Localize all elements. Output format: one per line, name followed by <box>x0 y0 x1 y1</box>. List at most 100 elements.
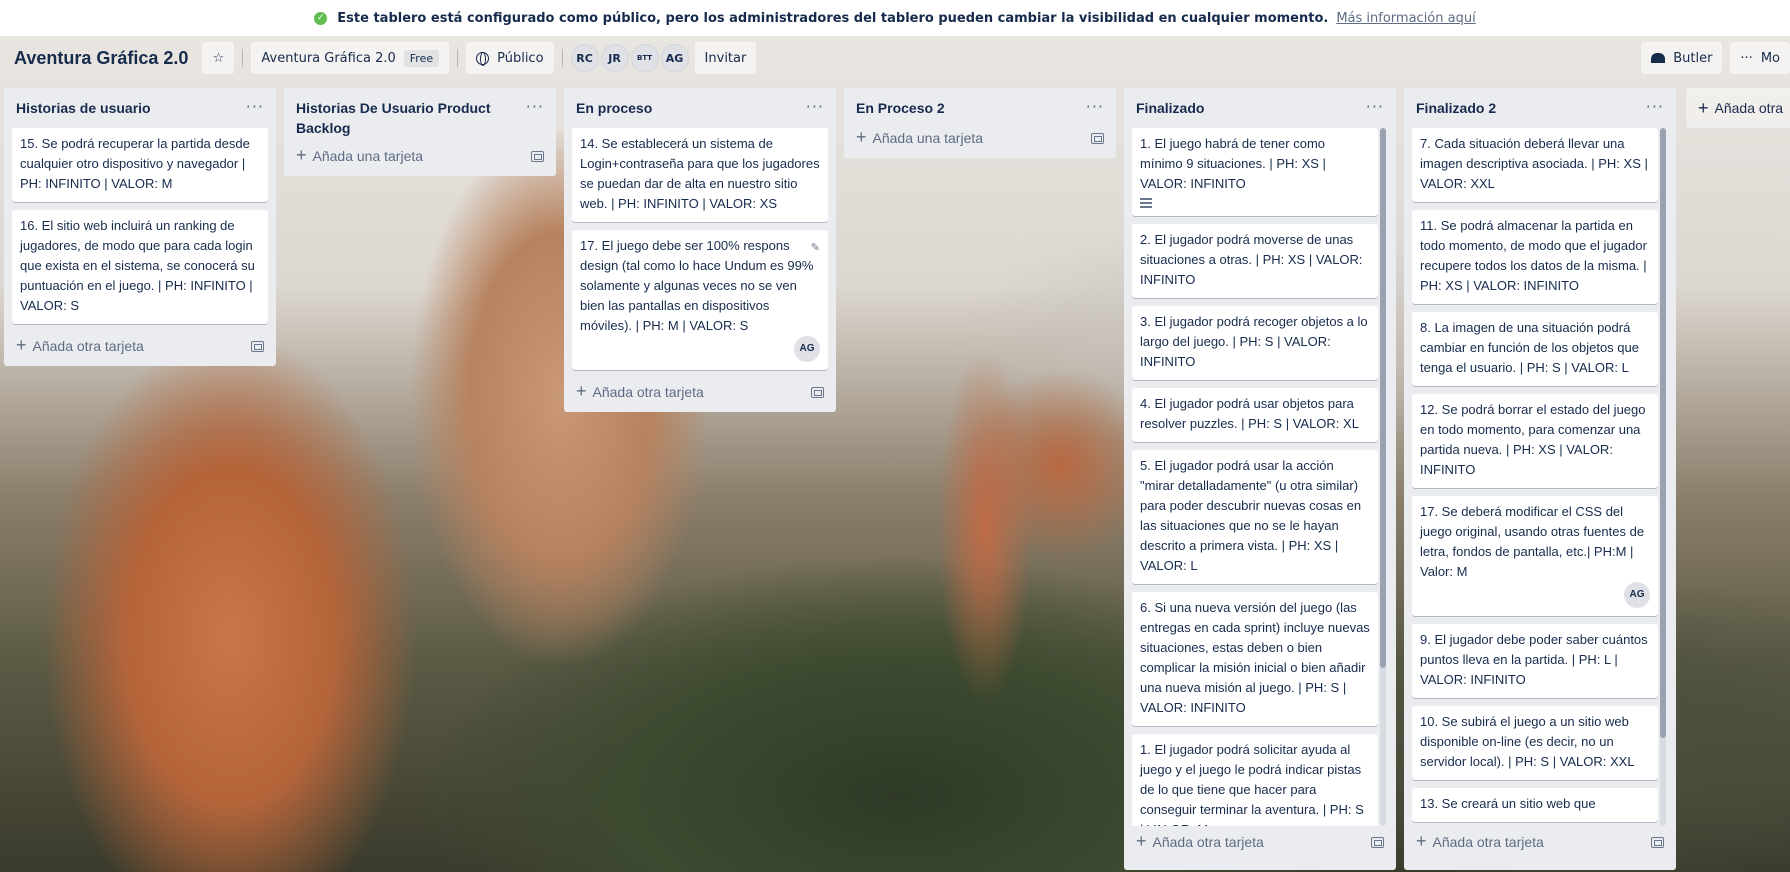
member-avatar[interactable]: RC <box>570 44 599 72</box>
card[interactable]: 17. Se deberá modificar el CSS del juego… <box>1412 496 1658 616</box>
add-card-button[interactable]: + Añada otra tarjeta <box>12 332 268 366</box>
plus-icon: + <box>856 127 867 147</box>
list-title[interactable]: Historias De Usuario Product Backlog <box>296 98 496 138</box>
scrollbar-thumb[interactable] <box>1660 128 1666 738</box>
card[interactable]: 7. Cada situación deberá llevar una imag… <box>1412 128 1658 202</box>
card[interactable]: 6. Si una nueva versión del juego (las e… <box>1132 592 1378 726</box>
card-member-avatar[interactable]: AG <box>1624 582 1650 608</box>
list-menu-icon[interactable]: ··· <box>246 98 264 115</box>
add-card-label: Añada una tarjeta <box>872 130 984 146</box>
card[interactable]: 17. El juego debe ser 100% respons desig… <box>572 230 828 370</box>
show-menu-button[interactable]: ··· Mo <box>1730 42 1790 74</box>
invite-button[interactable]: Invitar <box>694 42 757 74</box>
free-badge: Free <box>403 49 440 67</box>
plus-icon: + <box>576 381 587 401</box>
card[interactable]: 16. El sitio web incluirá un ranking de … <box>12 210 268 324</box>
list-menu-icon[interactable]: ··· <box>1366 98 1384 115</box>
list-historias-de-usuario: Historias de usuario ··· 15. Se podrá re… <box>4 88 276 366</box>
card[interactable]: 10. Se subirá el juego a un sitio web di… <box>1412 706 1658 780</box>
card-template-icon[interactable] <box>1371 836 1384 848</box>
card-text: 17. Se deberá modificar el CSS del juego… <box>1420 504 1645 579</box>
board-members: RC JR BTT AG <box>570 44 691 72</box>
card-scroll-area: 7. Cada situación deberá llevar una imag… <box>1412 128 1668 826</box>
list-header: Finalizado ··· <box>1132 88 1388 128</box>
list-title[interactable]: En proceso <box>576 98 652 118</box>
workspace-label: Aventura Gráfica 2.0 <box>261 50 396 66</box>
card-template-icon[interactable] <box>811 386 824 398</box>
member-avatar[interactable]: AG <box>660 44 689 72</box>
plus-icon: + <box>1136 831 1147 851</box>
list-scrollbar[interactable] <box>1380 128 1386 826</box>
workspace-button[interactable]: Aventura Gráfica 2.0 Free <box>251 42 450 74</box>
list-header: En proceso ··· <box>572 88 828 128</box>
list-product-backlog: Historias De Usuario Product Backlog ···… <box>284 88 556 176</box>
ellipsis-icon: ··· <box>1740 50 1753 66</box>
card-template-icon[interactable] <box>251 340 264 352</box>
member-avatar[interactable]: BTT <box>630 44 659 72</box>
add-card-button[interactable]: + Añada otra tarjeta <box>572 378 828 412</box>
edit-pencil-icon[interactable]: ✎ <box>811 238 820 258</box>
card[interactable]: 9. El jugador debe poder saber cuántos p… <box>1412 624 1658 698</box>
add-card-label: Añada otra tarjeta <box>1152 834 1264 850</box>
add-card-button[interactable]: + Añada una tarjeta <box>852 128 1108 158</box>
card[interactable]: 1. El juego habrá de tener como mínimo 9… <box>1132 128 1378 216</box>
card[interactable]: 15. Se podrá recuperar la partida desde … <box>12 128 268 202</box>
card-member-avatar[interactable]: AG <box>794 336 820 362</box>
show-menu-label: Mo <box>1760 50 1780 66</box>
list-title[interactable]: Historias de usuario <box>16 98 151 118</box>
card[interactable]: 11. Se podrá almacenar la partida en tod… <box>1412 210 1658 304</box>
card[interactable]: 12. Se podrá borrar el estado del juego … <box>1412 394 1658 488</box>
card[interactable]: 5. El jugador podrá usar la acción "mira… <box>1132 450 1378 584</box>
board-title[interactable]: Aventura Gráfica 2.0 <box>14 48 188 69</box>
list-header: Historias De Usuario Product Backlog ··· <box>292 88 548 142</box>
add-card-button[interactable]: + Añada otra tarjeta <box>1132 826 1388 862</box>
card[interactable]: 13. Se creará un sitio web que <box>1412 788 1658 822</box>
star-button[interactable]: ☆ <box>202 42 235 74</box>
card-list: 14. Se establecerá un sistema de Login+c… <box>572 128 828 370</box>
add-card-label: Añada otra tarjeta <box>592 384 704 400</box>
add-card-button[interactable]: + Añada otra tarjeta <box>1412 826 1668 862</box>
card-template-icon[interactable] <box>1651 836 1664 848</box>
add-list-label: Añada otra <box>1714 100 1784 116</box>
add-card-label: Añada una tarjeta <box>312 148 424 164</box>
butler-button[interactable]: Butler <box>1641 42 1723 74</box>
list-en-proceso: En proceso ··· 14. Se establecerá un sis… <box>564 88 836 412</box>
card-text: 1. El juego habrá de tener como mínimo 9… <box>1140 136 1326 191</box>
list-title[interactable]: En Proceso 2 <box>856 98 945 118</box>
header-separator <box>242 49 244 67</box>
add-card-label: Añada otra tarjeta <box>1432 834 1544 850</box>
list-menu-icon[interactable]: ··· <box>526 98 544 115</box>
description-icon <box>1140 198 1152 208</box>
card[interactable]: 1. El jugador podrá solicitar ayuda al j… <box>1132 734 1378 826</box>
list-scrollbar[interactable] <box>1660 128 1666 826</box>
scrollbar-thumb[interactable] <box>1380 128 1386 668</box>
notice-more-info-link[interactable]: Más información aquí <box>1336 11 1475 26</box>
add-card-label: Añada otra tarjeta <box>32 338 144 354</box>
card-template-icon[interactable] <box>1091 132 1104 144</box>
card[interactable]: 3. El jugador podrá recoger objetos a lo… <box>1132 306 1378 380</box>
check-circle-icon: ✓ <box>314 11 328 25</box>
star-icon: ☆ <box>212 50 225 66</box>
card[interactable]: 8. La imagen de una situación podrá camb… <box>1412 312 1658 386</box>
list-menu-icon[interactable]: ··· <box>1646 98 1664 115</box>
list-header: Historias de usuario ··· <box>12 88 268 128</box>
butler-label: Butler <box>1673 50 1713 66</box>
plus-icon: + <box>1416 831 1427 851</box>
list-menu-icon[interactable]: ··· <box>1086 98 1104 115</box>
card[interactable]: 4. El jugador podrá usar objetos para re… <box>1132 388 1378 442</box>
plus-icon: + <box>296 145 307 165</box>
add-card-button[interactable]: + Añada una tarjeta <box>292 142 548 176</box>
member-avatar[interactable]: JR <box>600 44 629 72</box>
list-title[interactable]: Finalizado 2 <box>1416 98 1496 118</box>
list-menu-icon[interactable]: ··· <box>806 98 824 115</box>
card[interactable]: 14. Se establecerá un sistema de Login+c… <box>572 128 828 222</box>
list-title[interactable]: Finalizado <box>1136 98 1204 118</box>
plus-icon: + <box>16 335 27 355</box>
list-en-proceso-2: En Proceso 2 ··· + Añada una tarjeta <box>844 88 1116 158</box>
add-list-button[interactable]: + Añada otra <box>1686 88 1790 128</box>
card-template-icon[interactable] <box>531 150 544 162</box>
list-header: En Proceso 2 ··· <box>852 88 1108 128</box>
card-scroll-area: 1. El juego habrá de tener como mínimo 9… <box>1132 128 1388 826</box>
card[interactable]: 2. El jugador podrá moverse de unas situ… <box>1132 224 1378 298</box>
visibility-button[interactable]: Público <box>466 42 554 74</box>
